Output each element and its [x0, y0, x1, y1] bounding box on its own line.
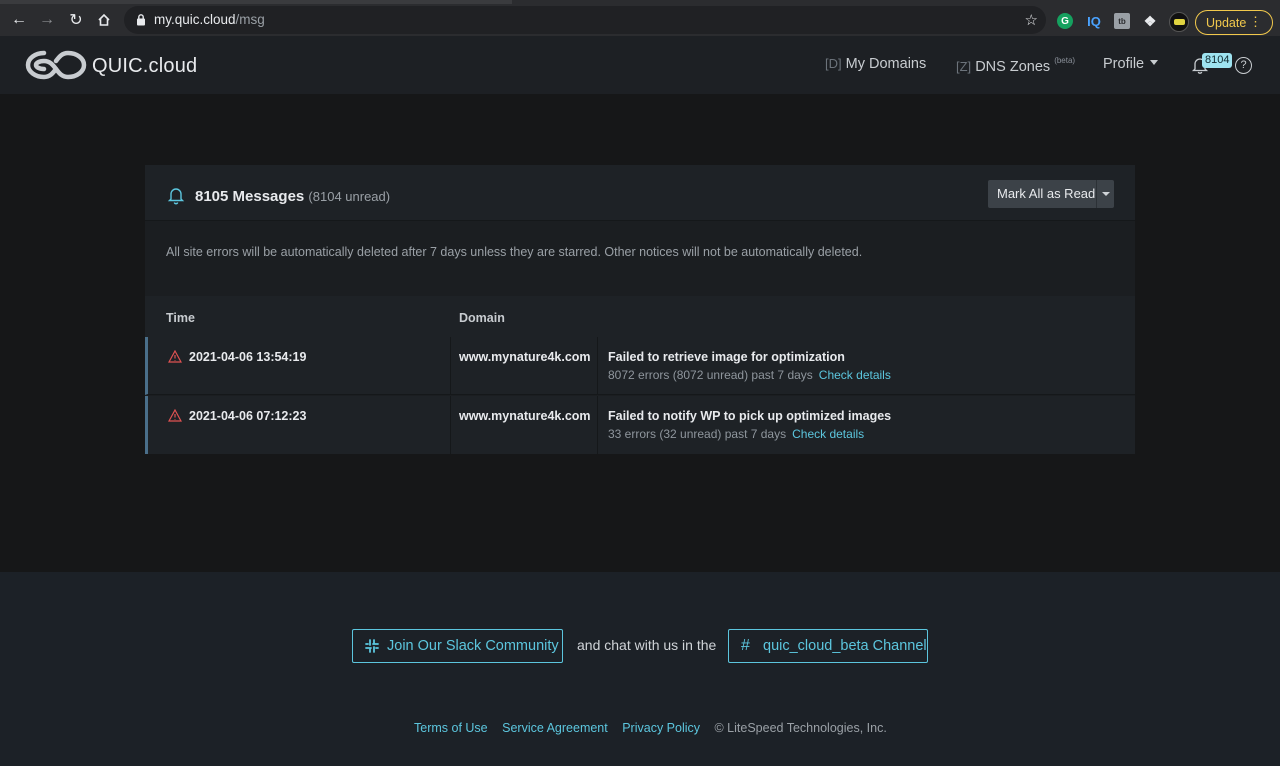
copyright-text: © LiteSpeed Technologies, Inc. [714, 721, 887, 735]
unread-count: (8104 unread) [308, 189, 391, 204]
address-bar[interactable]: my.quic.cloud/msg ☆ [124, 6, 1046, 34]
bookmark-star-icon[interactable]: ☆ [1025, 11, 1038, 29]
brand-name[interactable]: QUIC.cloud [92, 55, 197, 78]
extensions-puzzle-icon[interactable]: ❖ [1142, 13, 1158, 29]
bell-icon [167, 188, 185, 205]
column-header-time: Time [166, 311, 195, 325]
slack-icon [365, 639, 379, 653]
back-arrow-icon[interactable]: ← [7, 8, 31, 32]
messages-title: 8105 Messages (8104 unread) [195, 188, 391, 205]
mark-all-dropdown-toggle[interactable] [1096, 180, 1114, 208]
tb-extension-icon[interactable]: tb [1114, 13, 1130, 29]
check-details-link[interactable]: Check details [792, 427, 864, 441]
home-icon[interactable] [92, 8, 116, 32]
row-domain[interactable]: www.mynature4k.com [459, 350, 591, 364]
help-icon[interactable]: ? [1235, 57, 1252, 74]
kebab-menu-icon: ⋮ [1249, 14, 1262, 29]
notification-count-badge[interactable]: 8104 [1202, 53, 1233, 68]
messages-table-header: Time Domain [145, 296, 1135, 338]
lock-icon [137, 14, 145, 26]
warning-triangle-icon [168, 409, 182, 422]
grammarly-extension-icon[interactable]: G [1057, 13, 1073, 29]
row-summary: 33 errors (32 unread) past 7 days Check d… [608, 427, 865, 441]
caret-down-icon [1102, 192, 1110, 196]
reload-icon[interactable]: ↻ [64, 8, 88, 32]
terms-of-use-link[interactable]: Terms of Use [414, 721, 488, 735]
row-message: Failed to notify WP to pick up optimized… [608, 409, 892, 423]
row-time: 2021-04-06 07:12:23 [189, 409, 307, 423]
nav-dns-zones[interactable]: [Z] DNS Zones (beta) [956, 56, 1075, 75]
column-header-domain: Domain [459, 311, 505, 325]
nav-profile-dropdown[interactable]: Profile [1103, 56, 1159, 72]
warning-triangle-icon [168, 350, 182, 363]
row-domain[interactable]: www.mynature4k.com [459, 409, 591, 423]
slack-channel-button[interactable]: # quic_cloud_beta Channel [728, 629, 928, 663]
browser-update-button[interactable]: Update ⋮ [1195, 10, 1273, 35]
footer-chat-text: and chat with us in the [577, 637, 717, 653]
auto-delete-notice: All site errors will be automatically de… [166, 245, 863, 259]
forward-arrow-icon[interactable]: → [35, 8, 59, 32]
row-summary: 8072 errors (8072 unread) past 7 days Che… [608, 368, 891, 382]
profile-avatar[interactable] [1169, 12, 1189, 32]
footer-links: Terms of Use Service Agreement Privacy P… [414, 721, 887, 735]
service-agreement-link[interactable]: Service Agreement [502, 721, 608, 735]
mark-all-read-button[interactable]: Mark All as Read [988, 180, 1114, 208]
site-footer: Join Our Slack Community and chat with u… [0, 572, 1280, 766]
caret-down-icon [1150, 60, 1159, 65]
url-text: my.quic.cloud/msg [154, 12, 265, 27]
browser-toolbar: ← → ↻ my.quic.cloud/msg ☆ G IQ tb ❖ Upda… [0, 4, 1280, 36]
nav-my-domains[interactable]: [D] My Domains [825, 56, 926, 72]
table-row[interactable]: 2021-04-06 07:12:23 www.mynature4k.com F… [145, 396, 1135, 454]
iq-extension-icon[interactable]: IQ [1085, 13, 1103, 29]
hash-icon: # [741, 637, 750, 654]
site-header: QUIC.cloud [D] My Domains [Z] DNS Zones … [0, 36, 1280, 94]
join-slack-button[interactable]: Join Our Slack Community [352, 629, 563, 663]
messages-card: 8105 Messages (8104 unread) Mark All as … [145, 165, 1135, 454]
row-time: 2021-04-06 13:54:19 [189, 350, 307, 364]
table-row[interactable]: 2021-04-06 13:54:19 www.mynature4k.com F… [145, 337, 1135, 395]
row-message: Failed to retrieve image for optimizatio… [608, 350, 845, 364]
quic-cloud-logo-icon[interactable] [24, 49, 88, 81]
messages-card-header: 8105 Messages (8104 unread) Mark All as … [145, 165, 1135, 221]
privacy-policy-link[interactable]: Privacy Policy [622, 721, 700, 735]
check-details-link[interactable]: Check details [819, 368, 891, 382]
